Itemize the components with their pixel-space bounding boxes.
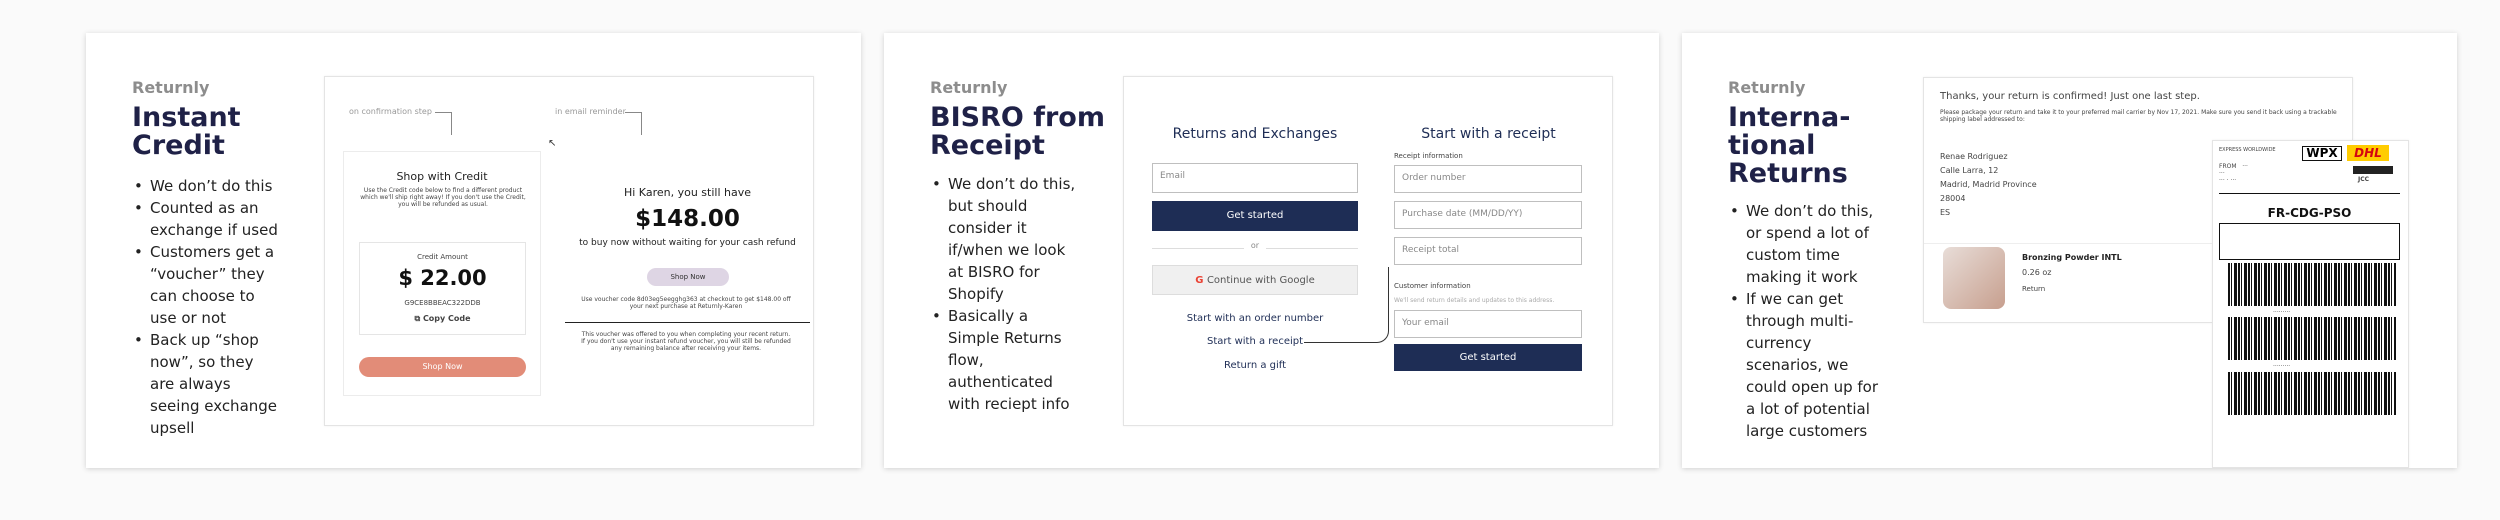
- product-name: Bronzing Powder INTL: [2022, 253, 2122, 262]
- address-line: Madrid, Madrid Province: [1940, 180, 2037, 189]
- bullet-item: Counted as an exchange if used: [132, 197, 282, 241]
- presentation-slides: Returnly Instant Credit We don’t do this…: [0, 0, 2500, 520]
- email-greeting: Hi Karen, you still have: [623, 186, 751, 199]
- voucher-note: This voucher was offered to you when com…: [581, 331, 791, 352]
- jcc-code: JCC: [2358, 176, 2370, 183]
- gift-link[interactable]: Return a gift: [1152, 360, 1358, 371]
- bullet-item: Back up “shop now”, so they are always s…: [132, 329, 282, 439]
- barcode-caption: ·········: [2273, 363, 2291, 370]
- email-subtext: to buy now without waiting for your cash…: [579, 238, 796, 248]
- credit-value: $ 22.00: [398, 266, 487, 290]
- bullet-list: We don’t do this, but should consider it…: [930, 173, 1080, 415]
- copy-code-label: Copy Code: [422, 314, 471, 323]
- callout-label: on confirmation step: [349, 107, 432, 116]
- shop-now-button[interactable]: Shop Now: [359, 357, 526, 377]
- email-input[interactable]: Email: [1152, 163, 1358, 193]
- receipt-total-input[interactable]: Receipt total: [1394, 237, 1582, 265]
- voucher-text: Use voucher code 8d03eg5eegghg363 at che…: [581, 296, 791, 310]
- order-number-input[interactable]: Order number: [1394, 165, 1582, 193]
- bullet-list: We don’t do this Counted as an exchange …: [132, 175, 282, 439]
- label-address: FROM ··· ··· ··· · ···: [2219, 163, 2248, 184]
- callout-arrow: [435, 112, 452, 135]
- copy-code-button[interactable]: ⧉ Copy Code: [360, 314, 525, 324]
- get-started-button[interactable]: Get started: [1152, 201, 1358, 231]
- email-amount: $148.00: [635, 206, 740, 232]
- shipping-label: EXPRESS WORLDWIDE WPX DHL FROM ··· ··· ···…: [2212, 140, 2409, 468]
- bullet-item: We don’t do this: [132, 175, 282, 197]
- customer-note: We'll send return details and updates to…: [1394, 297, 1555, 304]
- divider: [565, 322, 810, 323]
- credit-box: Credit Amount $ 22.00 G9CE8BBEAC322DDB ⧉…: [359, 242, 526, 335]
- card-title: Instant Credit: [132, 104, 241, 160]
- title-line: Interna-: [1728, 102, 1851, 133]
- card-title: Interna- tional Returns: [1728, 104, 1850, 188]
- label-details: [2219, 223, 2400, 260]
- product-action: Return: [2022, 285, 2046, 293]
- bisro-receipt-card: Returnly BISRO from Receipt We don’t do …: [884, 33, 1659, 468]
- google-icon: G: [1195, 275, 1207, 286]
- email-reminder-panel: Hi Karen, you still have $148.00 to buy …: [565, 151, 810, 396]
- credit-label: Credit Amount: [417, 253, 468, 261]
- receipt-get-started-button[interactable]: Get started: [1394, 344, 1582, 371]
- bullet-item: We don’t do this, but should consider it…: [930, 173, 1080, 305]
- brand-name: Returnly: [930, 78, 1008, 97]
- flow-arrow: [1304, 267, 1389, 343]
- bullet-item: If we can get through multi-currency sce…: [1728, 288, 1878, 442]
- receipt-flow-mockup: Returns and Exchanges Email Get started …: [1123, 76, 1613, 426]
- google-label: Continue with Google: [1206, 275, 1315, 286]
- instant-credit-mockup: on confirmation step in email reminder S…: [324, 76, 814, 426]
- return-instructions: Please package your return and take it t…: [1940, 109, 2337, 123]
- receipt-info-label: Receipt information: [1394, 152, 1463, 160]
- instant-credit-card: Returnly Instant Credit We don’t do this…: [86, 33, 861, 468]
- title-line: Instant: [132, 102, 241, 133]
- address-line: Renae Rodriguez: [1940, 152, 2008, 161]
- shop-with-credit-panel: Shop with Credit Use the Credit code bel…: [343, 151, 541, 396]
- title-line: Returns: [1728, 158, 1848, 189]
- label-divider: [2219, 193, 2400, 203]
- title-line: Credit: [132, 130, 225, 161]
- international-returns-card: Returnly Interna- tional Returns We don’…: [1682, 33, 2457, 468]
- callout-arrow: [625, 112, 642, 135]
- barcode: [2228, 372, 2396, 415]
- shipping-address: Renae Rodriguez Calle Larra, 12 Madrid, …: [1940, 150, 2037, 220]
- purchase-date-input[interactable]: Purchase date (MM/DD/YY): [1394, 201, 1582, 229]
- bullet-item: We don’t do this, or spend a lot of cust…: [1728, 200, 1878, 288]
- barcode: [2228, 263, 2396, 306]
- wpx-badge: WPX: [2302, 146, 2342, 161]
- cursor-icon: ↖: [548, 138, 557, 149]
- title-line: tional: [1728, 130, 1816, 161]
- title-line: BISRO from: [930, 102, 1105, 133]
- product-size: 0.26 oz: [2022, 268, 2052, 277]
- copy-icon: ⧉: [414, 314, 423, 323]
- label-service: EXPRESS WORLDWIDE: [2219, 147, 2276, 153]
- address-line: 28004: [1940, 194, 1966, 203]
- brand-name: Returnly: [1728, 78, 1806, 97]
- bullet-item: Basically a Simple Returns flow, authent…: [930, 305, 1080, 415]
- routing-code: FR-CDG-PSO: [2267, 206, 2352, 220]
- receipt-heading: Start with a receipt: [1421, 126, 1556, 142]
- address-line: ES: [1940, 208, 1951, 217]
- title-line: Receipt: [930, 130, 1045, 161]
- email-input[interactable]: Your email: [1394, 310, 1582, 338]
- bullet-item: Customers get a “voucher” they can choos…: [132, 241, 282, 329]
- shop-credit-heading: Shop with Credit: [396, 170, 488, 183]
- dhl-logo: DHL: [2347, 145, 2389, 161]
- barcode: [2228, 317, 2396, 360]
- address-line: Calle Larra, 12: [1940, 166, 1999, 175]
- callout-label: in email reminder: [555, 107, 626, 116]
- barcode-caption: ·········: [2273, 309, 2291, 316]
- card-title: BISRO from Receipt: [930, 104, 1105, 160]
- bronzing-powder-image: [1943, 247, 2005, 309]
- shop-credit-text: Use the Credit code below to find a diff…: [360, 187, 526, 208]
- brand-name: Returnly: [132, 78, 210, 97]
- barcode-strip: [2353, 166, 2393, 174]
- customer-info-label: Customer information: [1394, 282, 1471, 290]
- confirmation-heading: Thanks, your return is confirmed! Just o…: [1940, 91, 2200, 102]
- bullet-list: We don’t do this, or spend a lot of cust…: [1728, 200, 1878, 442]
- or-separator: or: [1244, 241, 1266, 250]
- credit-code: G9CE8BBEAC322DDB: [404, 299, 481, 307]
- returns-heading: Returns and Exchanges: [1172, 126, 1338, 142]
- email-shop-now-button[interactable]: Shop Now: [647, 268, 729, 286]
